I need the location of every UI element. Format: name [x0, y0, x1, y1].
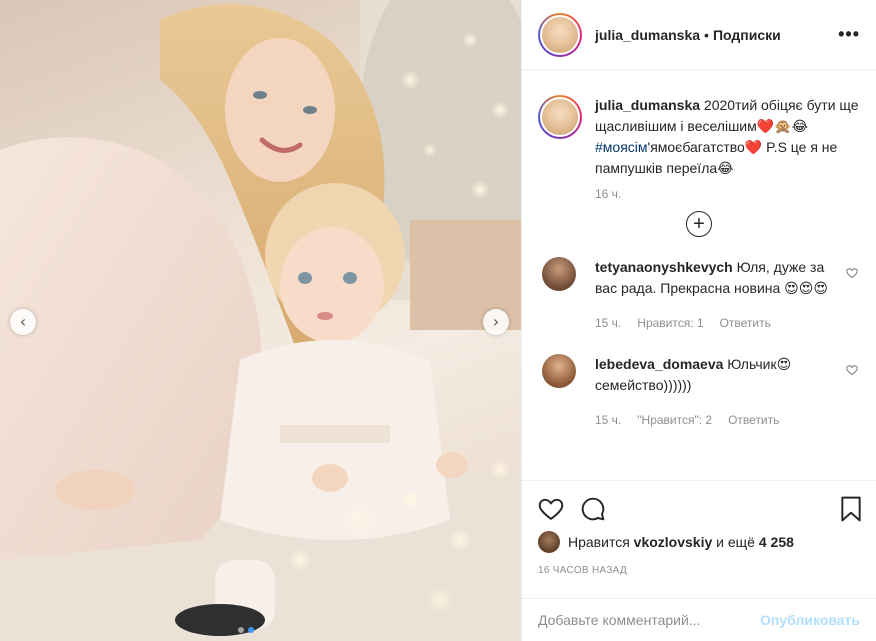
post-sidebar: julia_dumanska • Подписки ••• julia_duma… [521, 0, 876, 641]
commenter-username[interactable]: lebedeva_domaeva [595, 356, 723, 372]
comment-icon[interactable] [580, 496, 606, 522]
comment-body: tetyanaonyshkevych Юля, дуже за вас рада… [595, 257, 835, 334]
plus-circle-icon[interactable]: + [686, 211, 712, 237]
caption-timestamp[interactable]: 16 ч. [595, 187, 876, 201]
likes-count[interactable]: 4 258 [759, 534, 794, 550]
heart-outline-icon[interactable] [846, 267, 858, 279]
heart-outline-icon[interactable] [846, 364, 858, 376]
caption-text: julia_dumanska 2020тий обіцяє бути ще ща… [595, 95, 860, 179]
carousel-indicator [238, 627, 254, 633]
comment-input[interactable] [538, 612, 761, 628]
author-username[interactable]: julia_dumanska [595, 27, 700, 43]
caption-hashtag[interactable]: #моясім [595, 139, 648, 155]
caption-author-avatar-image [542, 99, 578, 135]
bookmark-icon[interactable] [840, 496, 862, 522]
add-comment-bar: Опубликовать [522, 598, 876, 641]
post-actions: Нравится vkozlovskiy и ещё 4 258 16 ЧАСО… [522, 480, 876, 576]
comment-text: lebedeva_domaeva Юльчик😍 семейство)))))) [595, 354, 835, 396]
publish-button[interactable]: Опубликовать [760, 612, 860, 628]
author-avatar[interactable] [538, 12, 582, 57]
comment-time[interactable]: 15 ч. [595, 313, 621, 334]
post-age[interactable]: 16 ЧАСОВ НАЗАД [522, 565, 876, 576]
post-header: julia_dumanska • Подписки ••• [522, 0, 876, 70]
comment-likes[interactable]: "Нравится": 2 [637, 410, 712, 431]
author-avatar-image [542, 16, 578, 53]
post-caption: julia_dumanska 2020тий обіцяє бути ще ща… [522, 71, 876, 179]
comment-likes[interactable]: Нравится: 1 [637, 313, 703, 334]
heart-icon[interactable] [538, 496, 564, 522]
commenter-avatar[interactable] [542, 354, 576, 388]
caption-username[interactable]: julia_dumanska [595, 97, 700, 113]
likes-middle: и ещё [716, 534, 755, 550]
caption-author-avatar[interactable] [538, 95, 582, 139]
likes-summary[interactable]: Нравится vkozlovskiy и ещё 4 258 [522, 531, 876, 553]
post-photo: ‹ › [0, 0, 521, 641]
comment-text: tetyanaonyshkevych Юля, дуже за вас рада… [595, 257, 835, 299]
header-separator: • [704, 26, 709, 43]
commenter-username[interactable]: tetyanaonyshkevych [595, 259, 733, 275]
commenter-avatar[interactable] [542, 257, 576, 291]
comment-item: lebedeva_domaeva Юльчик😍 семейство))))))… [522, 354, 876, 431]
carousel-dot [238, 627, 244, 633]
carousel-next-button[interactable]: › [483, 309, 509, 335]
action-icons [522, 481, 876, 525]
comment-item: tetyanaonyshkevych Юля, дуже за вас рада… [522, 257, 876, 334]
liker-username[interactable]: vkozlovskiy [634, 534, 713, 550]
comment-time[interactable]: 15 ч. [595, 410, 621, 431]
comment-meta: 15 ч. "Нравится": 2 Ответить [595, 410, 835, 431]
likes-prefix: Нравится [568, 534, 630, 550]
comment-body: lebedeva_domaeva Юльчик😍 семейство))))))… [595, 354, 835, 431]
more-options-icon[interactable]: ••• [838, 24, 860, 45]
comments-section[interactable]: julia_dumanska 2020тий обіцяє бути ще ща… [522, 71, 876, 478]
following-button[interactable]: Подписки [713, 27, 781, 43]
chevron-right-icon: › [492, 312, 500, 331]
reply-button[interactable]: Ответить [728, 410, 779, 431]
reply-button[interactable]: Ответить [720, 313, 771, 334]
chevron-left-icon: ‹ [19, 312, 27, 331]
comment-meta: 15 ч. Нравится: 1 Ответить [595, 313, 835, 334]
liker-avatar [538, 531, 560, 553]
photo-illustration [0, 0, 521, 641]
instagram-post: ‹ › julia_dumanska • Подписки ••• julia_… [0, 0, 876, 641]
carousel-prev-button[interactable]: ‹ [10, 309, 36, 335]
carousel-dot-active [248, 627, 254, 633]
load-more-comments[interactable]: + [522, 211, 876, 237]
